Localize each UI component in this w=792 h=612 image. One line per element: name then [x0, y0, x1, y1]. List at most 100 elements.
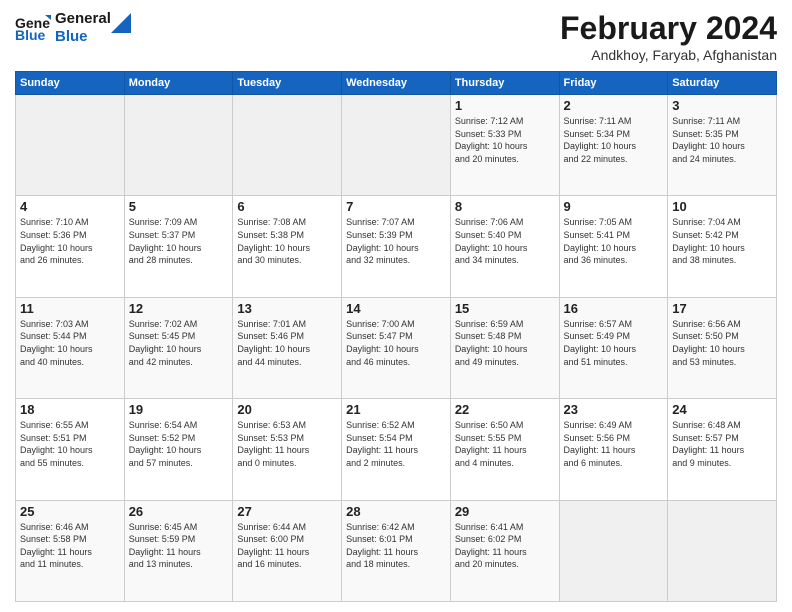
calendar-day-cell [233, 95, 342, 196]
day-number: 13 [237, 301, 337, 316]
day-number: 24 [672, 402, 772, 417]
day-info: Sunrise: 6:44 AM Sunset: 6:00 PM Dayligh… [237, 521, 337, 571]
day-info: Sunrise: 7:11 AM Sunset: 5:34 PM Dayligh… [564, 115, 664, 165]
day-info: Sunrise: 6:57 AM Sunset: 5:49 PM Dayligh… [564, 318, 664, 368]
calendar-day-cell [559, 500, 668, 601]
day-info: Sunrise: 7:09 AM Sunset: 5:37 PM Dayligh… [129, 216, 229, 266]
day-number: 26 [129, 504, 229, 519]
subtitle: Andkhoy, Faryab, Afghanistan [560, 47, 777, 63]
day-number: 29 [455, 504, 555, 519]
calendar-day-header: Wednesday [342, 72, 451, 95]
day-info: Sunrise: 6:56 AM Sunset: 5:50 PM Dayligh… [672, 318, 772, 368]
calendar-day-cell: 19 Sunrise: 6:54 AM Sunset: 5:52 PM Dayli… [124, 399, 233, 500]
day-info: Sunrise: 7:06 AM Sunset: 5:40 PM Dayligh… [455, 216, 555, 266]
calendar-day-cell: 1Sunrise: 7:12 AM Sunset: 5:33 PM Daylig… [450, 95, 559, 196]
day-info: Sunrise: 6:45 AM Sunset: 5:59 PM Dayligh… [129, 521, 229, 571]
title-section: February 2024 Andkhoy, Faryab, Afghanist… [560, 10, 777, 63]
day-info: Sunrise: 6:52 AM Sunset: 5:54 PM Dayligh… [346, 419, 446, 469]
calendar-day-cell: 18 Sunrise: 6:55 AM Sunset: 5:51 PM Dayli… [16, 399, 125, 500]
calendar-day-cell: 9 Sunrise: 7:05 AM Sunset: 5:41 PM Daylig… [559, 196, 668, 297]
day-number: 15 [455, 301, 555, 316]
calendar-day-cell [668, 500, 777, 601]
calendar-day-cell: 7 Sunrise: 7:07 AM Sunset: 5:39 PM Daylig… [342, 196, 451, 297]
calendar-day-cell: 14Sunrise: 7:00 AM Sunset: 5:47 PM Dayli… [342, 297, 451, 398]
calendar-day-header: Tuesday [233, 72, 342, 95]
day-info: Sunrise: 6:42 AM Sunset: 6:01 PM Dayligh… [346, 521, 446, 571]
day-number: 9 [564, 199, 664, 214]
calendar-day-cell [16, 95, 125, 196]
calendar-day-cell: 24 Sunrise: 6:48 AM Sunset: 5:57 PM Dayli… [668, 399, 777, 500]
day-info: Sunrise: 7:07 AM Sunset: 5:39 PM Dayligh… [346, 216, 446, 266]
day-info: Sunrise: 7:03 AM Sunset: 5:44 PM Dayligh… [20, 318, 120, 368]
main-title: February 2024 [560, 10, 777, 47]
calendar-day-cell: 10 Sunrise: 7:04 AM Sunset: 5:42 PM Dayli… [668, 196, 777, 297]
calendar-week-row: 18 Sunrise: 6:55 AM Sunset: 5:51 PM Dayli… [16, 399, 777, 500]
calendar-day-cell: 17 Sunrise: 6:56 AM Sunset: 5:50 PM Dayli… [668, 297, 777, 398]
calendar-day-cell: 22 Sunrise: 6:50 AM Sunset: 5:55 PM Dayli… [450, 399, 559, 500]
day-info: Sunrise: 6:59 AM Sunset: 5:48 PM Dayligh… [455, 318, 555, 368]
calendar-day-cell: 16 Sunrise: 6:57 AM Sunset: 5:49 PM Dayli… [559, 297, 668, 398]
calendar-day-cell: 20Sunrise: 6:53 AM Sunset: 5:53 PM Dayli… [233, 399, 342, 500]
day-info: Sunrise: 6:46 AM Sunset: 5:58 PM Dayligh… [20, 521, 120, 571]
calendar-day-cell: 26 Sunrise: 6:45 AM Sunset: 5:59 PM Dayli… [124, 500, 233, 601]
calendar-week-row: 25 Sunrise: 6:46 AM Sunset: 5:58 PM Dayli… [16, 500, 777, 601]
calendar-day-cell: 27Sunrise: 6:44 AM Sunset: 6:00 PM Dayli… [233, 500, 342, 601]
day-number: 10 [672, 199, 772, 214]
day-info: Sunrise: 6:41 AM Sunset: 6:02 PM Dayligh… [455, 521, 555, 571]
calendar-day-cell: 3Sunrise: 7:11 AM Sunset: 5:35 PM Daylig… [668, 95, 777, 196]
day-number: 11 [20, 301, 120, 316]
logo-icon: General Blue [15, 10, 51, 46]
calendar-day-cell: 28Sunrise: 6:42 AM Sunset: 6:01 PM Dayli… [342, 500, 451, 601]
day-number: 1 [455, 98, 555, 113]
calendar-header-row: SundayMondayTuesdayWednesdayThursdayFrid… [16, 72, 777, 95]
logo-triangle-icon [111, 13, 131, 33]
calendar-day-cell: 29 Sunrise: 6:41 AM Sunset: 6:02 PM Dayli… [450, 500, 559, 601]
calendar-day-cell [124, 95, 233, 196]
header: General Blue General Blue February 2024 … [15, 10, 777, 63]
day-number: 6 [237, 199, 337, 214]
calendar-day-cell: 2 Sunrise: 7:11 AM Sunset: 5:34 PM Daylig… [559, 95, 668, 196]
day-number: 5 [129, 199, 229, 214]
calendar-day-header: Monday [124, 72, 233, 95]
day-info: Sunrise: 7:11 AM Sunset: 5:35 PM Dayligh… [672, 115, 772, 165]
day-info: Sunrise: 7:08 AM Sunset: 5:38 PM Dayligh… [237, 216, 337, 266]
day-number: 21 [346, 402, 446, 417]
day-number: 25 [20, 504, 120, 519]
logo: General Blue General Blue [15, 10, 131, 46]
calendar-day-header: Friday [559, 72, 668, 95]
calendar-day-header: Thursday [450, 72, 559, 95]
calendar-day-cell: 13 Sunrise: 7:01 AM Sunset: 5:46 PM Dayli… [233, 297, 342, 398]
calendar-day-cell: 21 Sunrise: 6:52 AM Sunset: 5:54 PM Dayli… [342, 399, 451, 500]
calendar-week-row: 1Sunrise: 7:12 AM Sunset: 5:33 PM Daylig… [16, 95, 777, 196]
calendar-day-cell: 15 Sunrise: 6:59 AM Sunset: 5:48 PM Dayli… [450, 297, 559, 398]
day-info: Sunrise: 7:00 AM Sunset: 5:47 PM Dayligh… [346, 318, 446, 368]
day-info: Sunrise: 6:48 AM Sunset: 5:57 PM Dayligh… [672, 419, 772, 469]
day-info: Sunrise: 7:02 AM Sunset: 5:45 PM Dayligh… [129, 318, 229, 368]
day-number: 2 [564, 98, 664, 113]
calendar-week-row: 11 Sunrise: 7:03 AM Sunset: 5:44 PM Dayli… [16, 297, 777, 398]
day-info: Sunrise: 6:54 AM Sunset: 5:52 PM Dayligh… [129, 419, 229, 469]
day-number: 18 [20, 402, 120, 417]
day-number: 19 [129, 402, 229, 417]
day-number: 12 [129, 301, 229, 316]
day-info: Sunrise: 7:05 AM Sunset: 5:41 PM Dayligh… [564, 216, 664, 266]
calendar-day-cell: 8Sunrise: 7:06 AM Sunset: 5:40 PM Daylig… [450, 196, 559, 297]
day-number: 20 [237, 402, 337, 417]
day-number: 22 [455, 402, 555, 417]
day-info: Sunrise: 6:55 AM Sunset: 5:51 PM Dayligh… [20, 419, 120, 469]
page: General Blue General Blue February 2024 … [0, 0, 792, 612]
day-info: Sunrise: 7:10 AM Sunset: 5:36 PM Dayligh… [20, 216, 120, 266]
day-number: 17 [672, 301, 772, 316]
day-info: Sunrise: 6:50 AM Sunset: 5:55 PM Dayligh… [455, 419, 555, 469]
calendar-day-cell: 25 Sunrise: 6:46 AM Sunset: 5:58 PM Dayli… [16, 500, 125, 601]
day-number: 4 [20, 199, 120, 214]
calendar-table: SundayMondayTuesdayWednesdayThursdayFrid… [15, 71, 777, 602]
day-number: 7 [346, 199, 446, 214]
calendar-day-cell: 11 Sunrise: 7:03 AM Sunset: 5:44 PM Dayli… [16, 297, 125, 398]
day-number: 16 [564, 301, 664, 316]
calendar-day-cell: 23Sunrise: 6:49 AM Sunset: 5:56 PM Dayli… [559, 399, 668, 500]
day-info: Sunrise: 7:04 AM Sunset: 5:42 PM Dayligh… [672, 216, 772, 266]
calendar-day-cell: 12 Sunrise: 7:02 AM Sunset: 5:45 PM Dayli… [124, 297, 233, 398]
day-info: Sunrise: 7:01 AM Sunset: 5:46 PM Dayligh… [237, 318, 337, 368]
calendar-week-row: 4 Sunrise: 7:10 AM Sunset: 5:36 PM Daylig… [16, 196, 777, 297]
